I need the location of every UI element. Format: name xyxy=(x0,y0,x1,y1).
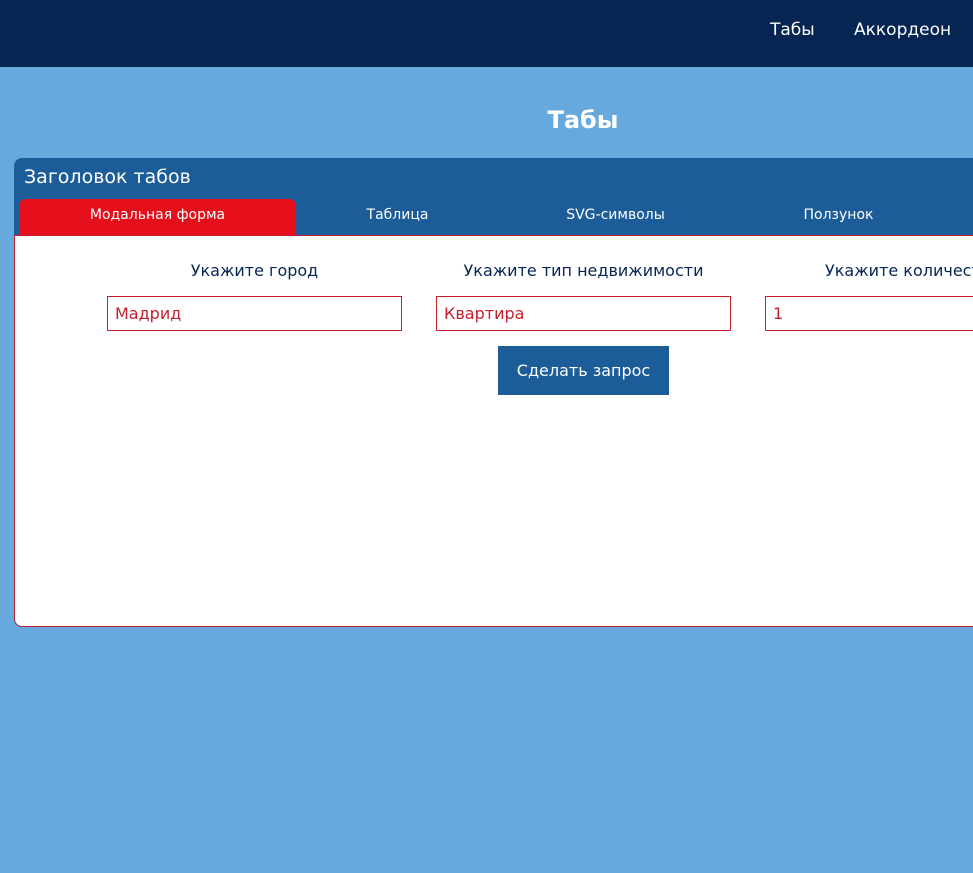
city-label: Укажите город xyxy=(190,261,319,280)
property-type-input[interactable] xyxy=(436,296,731,331)
submit-request-button[interactable]: Сделать запрос xyxy=(498,346,669,395)
nav-link-accordion[interactable]: Аккордеон xyxy=(854,19,951,41)
tab-slider[interactable]: Ползунок xyxy=(700,199,973,235)
tab-modal-form[interactable]: Модальная форма xyxy=(19,199,296,235)
quantity-input[interactable] xyxy=(765,296,973,331)
top-navigation-bar: Табы Аккордеон xyxy=(0,0,973,67)
tabs-panel: Заголовок табов Модальная форма Таблица … xyxy=(14,158,973,627)
tab-content-modal-form: Укажите город Укажите тип недвижимости У… xyxy=(14,235,973,627)
city-input[interactable] xyxy=(107,296,402,331)
quantity-label: Укажите количество xyxy=(825,261,973,280)
tabs-heading: Заголовок табов xyxy=(24,166,191,188)
property-type-label: Укажите тип недвижимости xyxy=(463,261,704,280)
page-title: Табы xyxy=(547,106,619,134)
nav-link-tabs[interactable]: Табы xyxy=(770,19,815,41)
